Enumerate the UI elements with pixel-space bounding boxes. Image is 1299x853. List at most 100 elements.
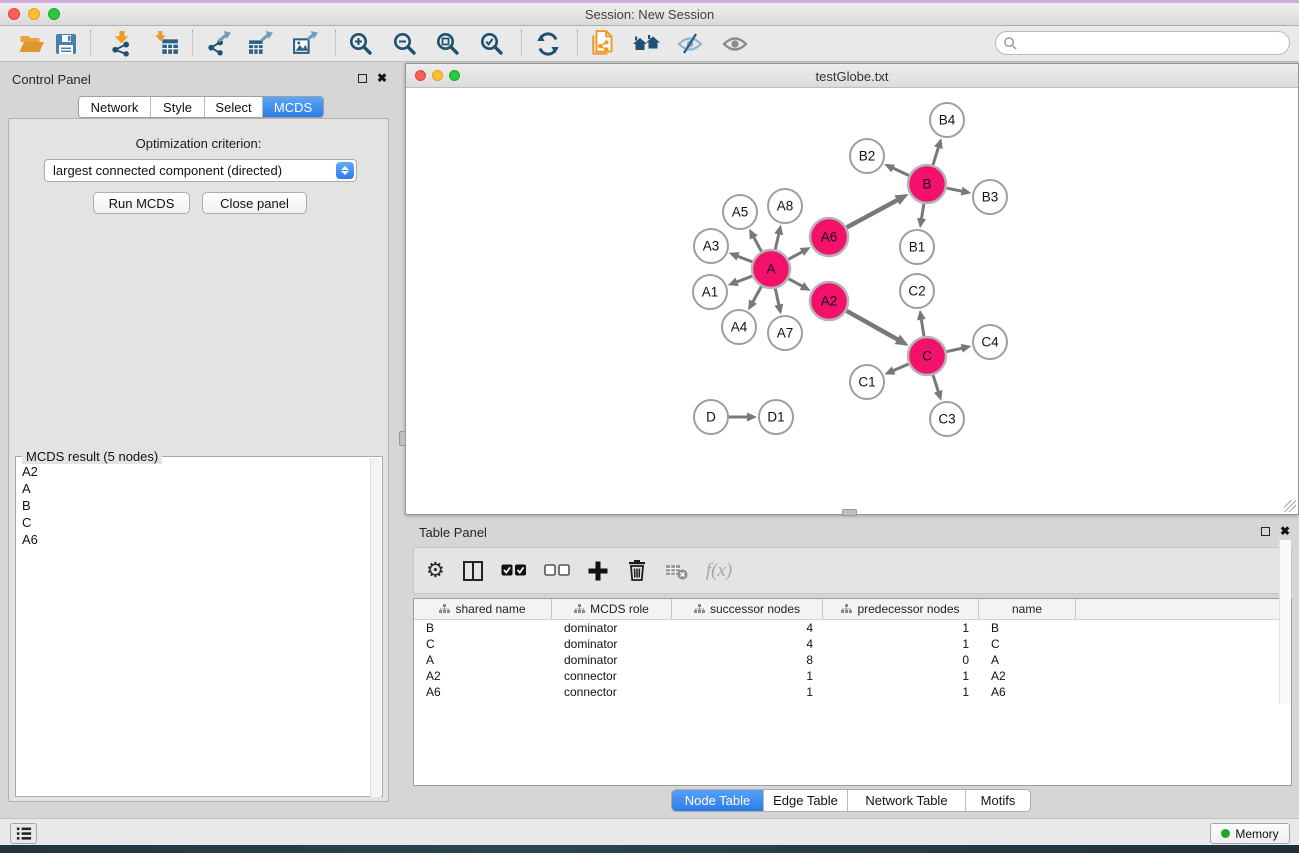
mcds-result-item[interactable]: B	[18, 497, 366, 514]
graph-node-D1[interactable]: D1	[759, 400, 793, 434]
task-history-button[interactable]	[10, 823, 37, 844]
table-cell[interactable]: A6	[979, 684, 1076, 700]
table-cell[interactable]: 1	[672, 684, 823, 700]
table-cell[interactable]: connector	[552, 668, 672, 684]
graph-node-B2[interactable]: B2	[850, 139, 884, 173]
export-table-button[interactable]	[242, 28, 278, 59]
table-cell[interactable]: 4	[672, 636, 823, 652]
select-all-button[interactable]	[501, 556, 527, 586]
graph-node-A1[interactable]: A1	[693, 275, 727, 309]
apply-layout-button[interactable]	[629, 28, 665, 59]
graph-node-A7[interactable]: A7	[768, 316, 802, 350]
import-network-button[interactable]	[103, 28, 139, 59]
graph-node-B[interactable]: B	[908, 165, 946, 203]
table-scrollbar[interactable]	[1279, 540, 1291, 704]
graph-edge-A6-B[interactable]	[847, 199, 899, 227]
table-cell[interactable]: connector	[552, 684, 672, 700]
refresh-button[interactable]	[530, 28, 566, 59]
graph-node-A[interactable]: A	[752, 250, 790, 288]
tab-network-table[interactable]: Network Table	[848, 790, 966, 811]
column-header-successor-nodes[interactable]: successor nodes	[672, 599, 823, 619]
zoom-in-button[interactable]	[343, 28, 379, 59]
graph-edge-B-B3[interactable]	[947, 188, 964, 192]
table-cell[interactable]: A2	[979, 668, 1076, 684]
graph-edge-A-A1[interactable]	[735, 276, 752, 282]
new-network-from-selection-button[interactable]	[586, 28, 622, 59]
graph-edge-B-B1[interactable]	[921, 204, 924, 221]
graph-node-A4[interactable]: A4	[722, 310, 756, 344]
table-cell[interactable]: C	[414, 636, 552, 652]
tab-network[interactable]: Network	[79, 97, 151, 117]
table-row[interactable]: Cdominator41C	[414, 636, 1291, 652]
split-panel-button[interactable]	[462, 556, 484, 586]
table-cell[interactable]: 1	[672, 668, 823, 684]
table-cell[interactable]: 1	[823, 668, 979, 684]
app-titlebar[interactable]: Session: New Session	[0, 3, 1299, 26]
search-field[interactable]	[995, 31, 1290, 55]
mcds-result-item[interactable]: C	[18, 514, 366, 531]
graph-edge-B-B2[interactable]	[891, 167, 908, 175]
graph-node-C1[interactable]: C1	[850, 365, 884, 399]
table-row[interactable]: A2connector11A2	[414, 668, 1291, 684]
zoom-out-button[interactable]	[387, 28, 423, 59]
column-header-MCDS-role[interactable]: MCDS role	[552, 599, 672, 619]
tab-mcds[interactable]: MCDS	[263, 97, 323, 117]
table-cell[interactable]: A	[979, 652, 1076, 668]
table-row[interactable]: Bdominator41B	[414, 620, 1291, 636]
table-cell[interactable]: A2	[414, 668, 552, 684]
graph-node-A2[interactable]: A2	[810, 282, 848, 320]
graph-edge-C-C2[interactable]	[921, 318, 924, 337]
table-cell[interactable]: 8	[672, 652, 823, 668]
tab-style[interactable]: Style	[151, 97, 205, 117]
tab-select[interactable]: Select	[205, 97, 263, 117]
network-window-titlebar[interactable]: testGlobe.txt	[406, 64, 1298, 88]
table-cell[interactable]: 1	[823, 684, 979, 700]
graph-edge-A-A7[interactable]	[775, 289, 779, 307]
table-cell[interactable]: C	[979, 636, 1076, 652]
export-image-button[interactable]	[287, 28, 323, 59]
table-cell[interactable]: A	[414, 652, 552, 668]
graph-edge-C-C3[interactable]	[933, 375, 939, 393]
network-graph[interactable]: B4B2BB3A5A8A6B1A3AA1C2A2A4A7CC4C1C3DD1	[406, 88, 1298, 514]
graph-node-C3[interactable]: C3	[930, 402, 964, 436]
graph-node-C2[interactable]: C2	[900, 274, 934, 308]
mcds-result-item[interactable]: A2	[18, 463, 366, 480]
delete-columns-button[interactable]	[626, 556, 648, 586]
add-column-button[interactable]	[587, 556, 609, 586]
save-session-button[interactable]	[48, 28, 84, 59]
column-header-predecessor-nodes[interactable]: predecessor nodes	[823, 599, 979, 619]
graph-edge-A-A8[interactable]	[775, 232, 779, 249]
graph-node-C[interactable]: C	[908, 337, 946, 375]
hide-selected-button[interactable]	[672, 28, 708, 59]
tab-motifs[interactable]: Motifs	[966, 790, 1030, 811]
bottom-splitter-handle[interactable]	[842, 509, 857, 516]
table-cell[interactable]: B	[414, 620, 552, 636]
window-resize-grip[interactable]	[1284, 500, 1296, 512]
graph-edge-C-C4[interactable]	[947, 348, 964, 352]
dropdown-stepper-icon[interactable]	[336, 162, 354, 179]
table-cell[interactable]: 4	[672, 620, 823, 636]
mcds-result-item[interactable]: A6	[18, 531, 366, 548]
table-cell[interactable]: dominator	[552, 636, 672, 652]
table-cell[interactable]: 1	[823, 636, 979, 652]
graph-edge-A2-C[interactable]	[846, 311, 899, 341]
optimization-dropdown[interactable]: largest connected component (directed)	[44, 159, 357, 182]
table-settings-button[interactable]: ⚙	[426, 556, 445, 586]
graph-node-D[interactable]: D	[694, 400, 728, 434]
table-cell[interactable]: 1	[823, 620, 979, 636]
close-panel-icon[interactable]: ✖	[377, 73, 387, 83]
mcds-result-scrollbar[interactable]	[370, 458, 381, 797]
search-input[interactable]	[1018, 36, 1289, 50]
graph-edge-B-B4[interactable]	[933, 146, 939, 165]
show-all-button[interactable]	[717, 28, 753, 59]
table-cell[interactable]: B	[979, 620, 1076, 636]
delete-table-button[interactable]	[665, 556, 689, 586]
float-table-panel-icon[interactable]	[1261, 527, 1270, 536]
zoom-selected-button[interactable]	[474, 28, 510, 59]
table-cell[interactable]: dominator	[552, 620, 672, 636]
column-header-name[interactable]: name	[979, 599, 1076, 619]
table-cell[interactable]: dominator	[552, 652, 672, 668]
tab-node-table[interactable]: Node Table	[672, 790, 764, 811]
graph-edge-A-A4[interactable]	[752, 287, 761, 304]
column-header-shared-name[interactable]: shared name	[414, 599, 552, 619]
